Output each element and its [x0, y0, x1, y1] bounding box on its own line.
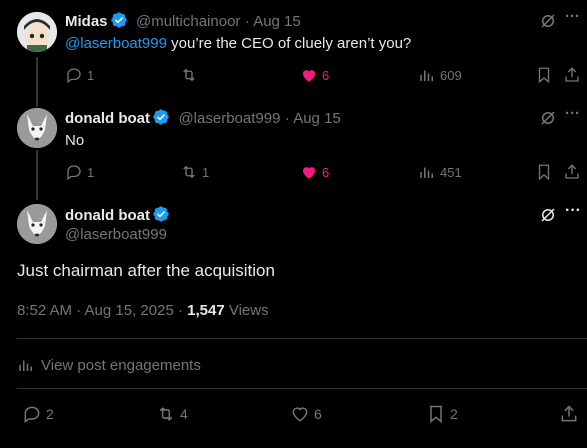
- post-date[interactable]: · Aug 15: [245, 13, 301, 30]
- post-date[interactable]: · Aug 15: [285, 110, 341, 127]
- reply-button[interactable]: 1: [65, 66, 94, 84]
- main-post-text: Just chairman after the acquisition: [17, 261, 275, 280]
- repost-icon: [159, 407, 173, 421]
- main-post-author: donald boat: [65, 205, 170, 225]
- divider: [17, 338, 587, 339]
- view-engagements-link[interactable]: View post engagements: [17, 356, 201, 374]
- grok-icon[interactable]: [539, 109, 557, 132]
- like-button[interactable]: 6: [300, 66, 329, 84]
- grok-icon[interactable]: [539, 206, 557, 229]
- reply-count: 1: [87, 164, 95, 180]
- verified-badge-icon: [110, 12, 127, 28]
- bookmark-button[interactable]: 2: [426, 404, 458, 424]
- heart-filled-icon: [303, 167, 315, 179]
- verified-badge-icon: [153, 109, 169, 125]
- tweet-text: @laserboat999 you’re the CEO of cluely a…: [65, 35, 412, 52]
- avatar[interactable]: [17, 108, 57, 148]
- avatar[interactable]: [17, 204, 57, 244]
- reply-count: 2: [46, 406, 54, 422]
- like-count: 6: [322, 67, 330, 83]
- reply-icon: [67, 165, 81, 181]
- repost-icon: [183, 165, 195, 179]
- author-handle[interactable]: @laserboat999: [178, 110, 280, 127]
- heart-filled-icon: [303, 70, 315, 82]
- reply-icon: [24, 406, 40, 423]
- author-name[interactable]: donald boat: [65, 110, 150, 127]
- mention-link[interactable]: @laserboat999: [65, 35, 167, 52]
- like-count: 6: [314, 406, 322, 422]
- views-count: 1,547: [187, 302, 225, 319]
- repost-button[interactable]: [180, 66, 202, 84]
- bookmark-icon: [538, 164, 550, 181]
- views-button[interactable]: 451: [418, 163, 462, 181]
- share-button[interactable]: [563, 66, 581, 89]
- verified-badge-icon: [153, 206, 169, 222]
- more-icon[interactable]: ···: [565, 8, 580, 25]
- repost-icon: [183, 68, 195, 82]
- avatar[interactable]: [17, 12, 57, 52]
- divider: [17, 388, 587, 389]
- author-name[interactable]: donald boat: [65, 207, 150, 224]
- share-button[interactable]: [559, 404, 579, 424]
- thread-line: [36, 57, 38, 107]
- bookmark-button[interactable]: [535, 163, 553, 186]
- repost-button[interactable]: 1: [180, 163, 209, 181]
- views-icon: [420, 167, 433, 178]
- repost-button[interactable]: 4: [156, 404, 188, 424]
- more-icon[interactable]: ···: [565, 105, 580, 122]
- share-icon: [561, 405, 577, 422]
- reply-icon: [67, 68, 81, 84]
- bookmark-button[interactable]: [535, 66, 553, 89]
- repost-count: 4: [180, 406, 188, 422]
- bookmark-icon: [538, 67, 550, 84]
- like-button[interactable]: 6: [290, 404, 322, 424]
- views-icon: [420, 70, 433, 81]
- views-icon: [19, 360, 32, 371]
- views-label: Views: [224, 302, 269, 319]
- thread-line: [36, 150, 38, 200]
- like-button[interactable]: 6: [300, 163, 329, 181]
- author-handle[interactable]: @laserboat999: [65, 226, 167, 243]
- bookmark-icon: [430, 405, 442, 424]
- like-count: 6: [322, 164, 330, 180]
- repost-count: 1: [202, 164, 210, 180]
- heart-icon: [292, 407, 308, 422]
- views-button[interactable]: 609: [418, 66, 462, 84]
- more-icon[interactable]: ···: [565, 202, 581, 220]
- author-handle[interactable]: @multichainoor: [136, 13, 240, 30]
- tweet-text: No: [65, 132, 85, 149]
- post-meta: 8:52 AM · Aug 15, 2025 · 1,547 Views: [17, 302, 269, 319]
- share-icon: [565, 164, 579, 179]
- tweet-header: Midas @multichainoor · Aug 15: [65, 11, 301, 31]
- share-button[interactable]: [563, 163, 581, 186]
- bookmark-count: 2: [450, 406, 458, 422]
- post-timestamp[interactable]: 8:52 AM · Aug 15, 2025 ·: [17, 302, 187, 319]
- author-name[interactable]: Midas: [65, 13, 108, 30]
- views-count: 451: [440, 164, 462, 180]
- reply-button[interactable]: 1: [65, 163, 94, 181]
- share-icon: [565, 67, 579, 82]
- reply-button[interactable]: 2: [22, 404, 54, 424]
- reply-count: 1: [87, 67, 95, 83]
- grok-icon[interactable]: [539, 12, 557, 35]
- tweet-header: donald boat @laserboat999 · Aug 15: [65, 108, 341, 128]
- views-count: 609: [440, 67, 462, 83]
